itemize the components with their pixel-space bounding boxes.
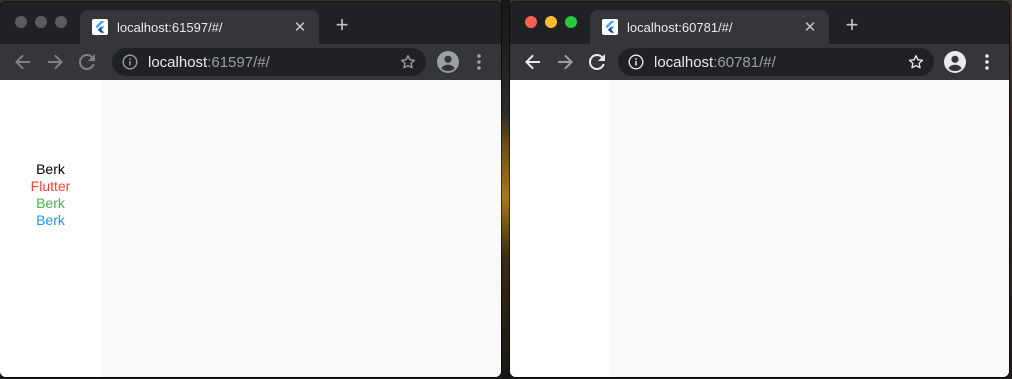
tab-strip: localhost:61597/#/ ✕ +	[0, 2, 501, 44]
forward-arrow-icon[interactable]	[549, 48, 581, 76]
address-bar[interactable]: localhost:61597/#/	[112, 48, 426, 76]
back-arrow-icon[interactable]	[7, 48, 39, 76]
address-url: localhost:61597/#/	[148, 54, 400, 71]
close-icon[interactable]: ✕	[801, 18, 819, 36]
flutter-icon	[602, 19, 618, 35]
reload-icon[interactable]	[71, 48, 103, 76]
url-host: localhost	[654, 53, 714, 71]
url-host: localhost	[148, 53, 208, 71]
toolbar: localhost:60781/#/	[510, 44, 1009, 80]
back-arrow-icon[interactable]	[517, 48, 549, 76]
close-window-button[interactable]	[15, 16, 27, 28]
maximize-window-button[interactable]	[55, 16, 67, 28]
address-bar[interactable]: localhost:60781/#/	[618, 48, 934, 76]
reload-icon[interactable]	[581, 48, 613, 76]
page-viewport	[510, 80, 1009, 377]
tab-title: localhost:61597/#/	[117, 19, 223, 35]
address-url: localhost:60781/#/	[654, 54, 908, 71]
tab-active[interactable]: localhost:61597/#/ ✕	[80, 10, 319, 44]
text-column: Berk Flutter Berk Berk	[0, 161, 101, 229]
toolbar: localhost:61597/#/	[0, 44, 501, 80]
sidebar	[510, 80, 609, 377]
window-controls	[15, 16, 67, 28]
kebab-menu-icon[interactable]	[471, 52, 487, 72]
tab-active[interactable]: localhost:60781/#/ ✕	[590, 10, 829, 44]
profile-icon[interactable]	[943, 50, 967, 74]
kebab-menu-icon[interactable]	[979, 52, 995, 72]
label-berk-green: Berk	[36, 195, 65, 211]
desktop: localhost:61597/#/ ✕ + localhost:61597/#…	[0, 0, 1012, 379]
window-controls	[525, 16, 577, 28]
info-icon[interactable]	[628, 54, 644, 70]
info-icon[interactable]	[122, 54, 138, 70]
label-berk-blue: Berk	[36, 212, 65, 228]
page-viewport: Berk Flutter Berk Berk	[0, 80, 501, 377]
label-berk-black: Berk	[36, 161, 65, 177]
content-area	[609, 80, 1009, 377]
url-path: :61597/#/	[207, 53, 270, 71]
desktop-background-strip	[501, 0, 510, 379]
browser-window-left[interactable]: localhost:61597/#/ ✕ + localhost:61597/#…	[0, 2, 501, 377]
close-window-button[interactable]	[525, 16, 537, 28]
tab-strip: localhost:60781/#/ ✕ +	[510, 2, 1009, 44]
plus-icon[interactable]: +	[840, 13, 864, 37]
minimize-window-button[interactable]	[35, 16, 47, 28]
forward-arrow-icon[interactable]	[39, 48, 71, 76]
sidebar: Berk Flutter Berk Berk	[0, 80, 101, 377]
browser-window-right[interactable]: localhost:60781/#/ ✕ + localhost:60781/#…	[510, 2, 1009, 377]
star-icon[interactable]	[908, 54, 924, 70]
url-path: :60781/#/	[713, 53, 776, 71]
flutter-icon	[92, 19, 108, 35]
minimize-window-button[interactable]	[545, 16, 557, 28]
tab-title: localhost:60781/#/	[627, 19, 733, 35]
label-flutter-red: Flutter	[30, 178, 71, 194]
star-icon[interactable]	[400, 54, 416, 70]
profile-icon[interactable]	[436, 50, 460, 74]
content-area	[101, 80, 501, 377]
plus-icon[interactable]: +	[330, 13, 354, 37]
maximize-window-button[interactable]	[565, 16, 577, 28]
close-icon[interactable]: ✕	[291, 18, 309, 36]
